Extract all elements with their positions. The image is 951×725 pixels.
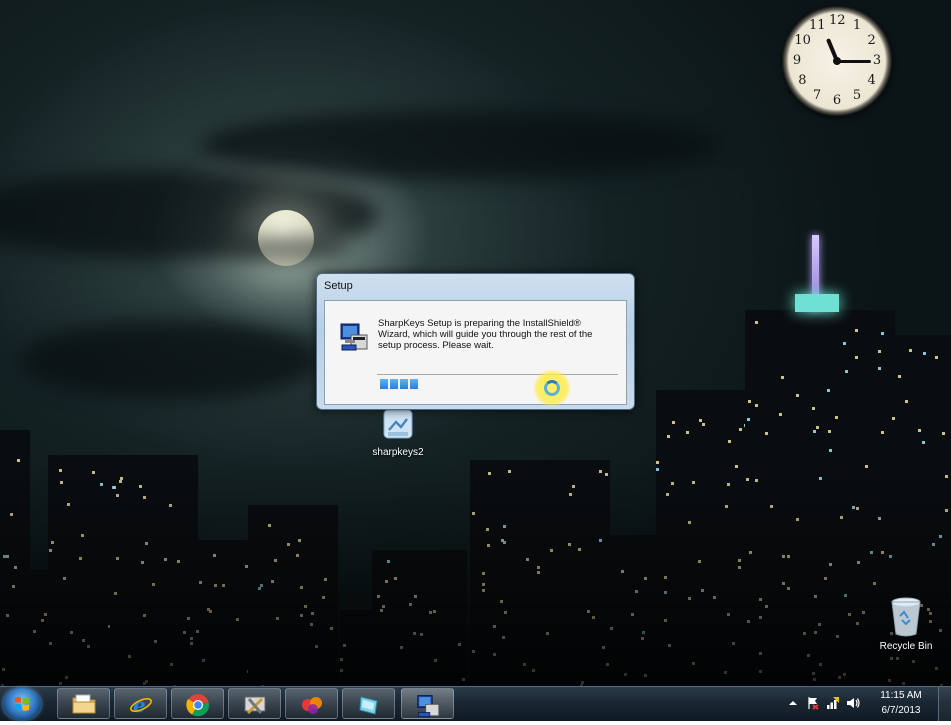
svg-text:e: e: [133, 693, 146, 717]
progress-segment: [400, 379, 408, 389]
setup-dialog[interactable]: Setup SharpKeys Setup is preparing the I…: [316, 273, 635, 410]
taskbar-app[interactable]: [342, 688, 395, 719]
progress-segment: [390, 379, 398, 389]
start-button[interactable]: [3, 688, 41, 720]
clock-gadget[interactable]: 12 1 2 3 4 5 6 7 8 9 10 11: [782, 6, 892, 116]
clock-numeral: 1: [852, 18, 862, 34]
desktop-icon-sharpkeys[interactable]: sharpkeys2: [363, 408, 433, 458]
desktop-icon-label: Recycle Bin: [879, 641, 933, 652]
cloud: [200, 110, 720, 180]
clock-numeral: 12: [829, 13, 846, 28]
taskbar-clock-date[interactable]: 6/7/2013: [866, 705, 936, 716]
progress-segment: [380, 379, 388, 389]
cloud: [230, 236, 350, 262]
clock-numeral: 4: [867, 73, 876, 88]
recycle-bin-icon: [891, 597, 921, 637]
busy-cursor-highlight: [533, 369, 571, 407]
taskbar-tools[interactable]: [228, 688, 281, 719]
network-icon[interactable]: [826, 696, 840, 710]
taskbar-internet-explorer[interactable]: e: [114, 688, 167, 719]
clock-numeral: 8: [798, 73, 807, 88]
volume-icon[interactable]: [846, 696, 860, 710]
progress-bar: [378, 377, 618, 391]
sharpkeys-installer-icon: [383, 409, 413, 439]
internet-explorer-icon: e: [130, 693, 152, 717]
setup-icon: [417, 695, 440, 717]
windows-start-orb-icon: [15, 696, 29, 711]
taskbar-windows-explorer[interactable]: [57, 688, 110, 719]
clock-numeral: 6: [832, 93, 842, 108]
taskbar-google-chrome[interactable]: [171, 688, 224, 719]
show-hidden-icons-arrow[interactable]: [786, 696, 800, 710]
app-icon: [359, 696, 378, 715]
clock-minute-hand: [837, 59, 871, 63]
media-icon: [302, 697, 322, 714]
cloud: [20, 320, 320, 400]
action-center-flag-icon[interactable]: [806, 696, 820, 710]
dialog-message: SharpKeys Setup is preparing the Install…: [378, 318, 593, 351]
taskbar-setup[interactable]: [401, 688, 454, 719]
installer-computer-icon: [340, 323, 368, 351]
city-shadow: [0, 460, 951, 720]
desktop-icon-label: sharpkeys2: [372, 447, 424, 458]
taskbar-clock-time[interactable]: 11:15 AM: [866, 690, 936, 701]
clock-numeral: 5: [852, 87, 862, 103]
desktop-icon-recycle-bin[interactable]: Recycle Bin: [871, 594, 941, 652]
clock-hub: [833, 57, 841, 65]
dialog-divider: [377, 374, 618, 375]
tools-icon: [244, 696, 266, 715]
clock-numeral: 2: [867, 33, 876, 48]
show-desktop-button[interactable]: [938, 687, 951, 721]
tower-crown: [795, 294, 839, 312]
dialog-title: Setup: [324, 280, 353, 292]
clock-numeral: 3: [872, 53, 882, 68]
clock-numeral: 10: [794, 33, 811, 48]
dialog-body: SharpKeys Setup is preparing the Install…: [324, 300, 627, 405]
busy-spinner-icon: [544, 380, 560, 396]
taskbar-media-app[interactable]: [285, 688, 338, 719]
folder-icon: [72, 694, 96, 714]
chrome-icon: [186, 694, 210, 717]
clock-numeral: 9: [792, 53, 802, 68]
taskbar: e 11:15 AM 6/7/2013: [0, 686, 951, 721]
clock-numeral: 7: [812, 87, 822, 103]
progress-segment: [410, 379, 418, 389]
clock-numeral: 11: [809, 18, 826, 34]
